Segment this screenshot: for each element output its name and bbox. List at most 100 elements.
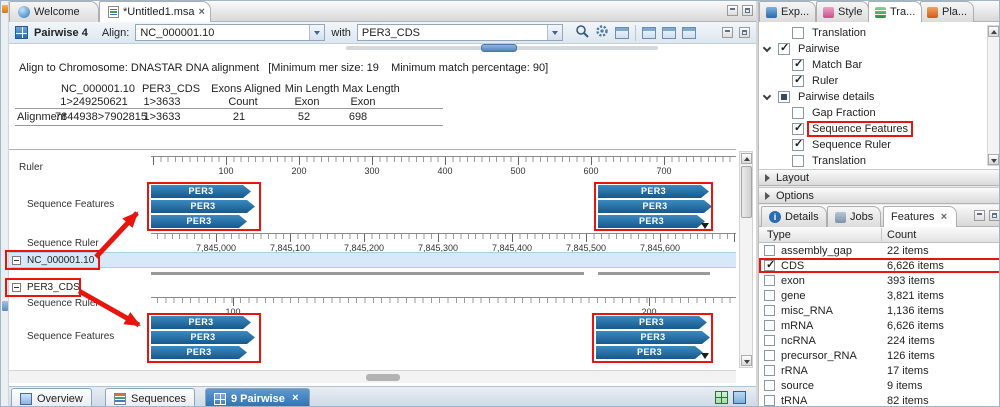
feature-type-row[interactable]: precursor_RNA 126 items [759, 348, 999, 363]
checkbox[interactable] [792, 27, 804, 39]
minimized-view-icon[interactable] [2, 5, 8, 13]
horizontal-scrollbar[interactable] [9, 370, 736, 383]
checkbox[interactable] [792, 107, 804, 119]
checkbox[interactable] [792, 122, 804, 135]
scrollbar-handle[interactable] [366, 374, 400, 381]
feature-type-row[interactable]: tRNA 82 items [759, 393, 999, 406]
tracks-tree-item[interactable]: Gap Fraction [759, 105, 999, 121]
checkbox[interactable] [792, 155, 804, 167]
tracks-tree-item[interactable]: Ruler [759, 73, 999, 89]
feature-type-row[interactable]: assembly_gap 22 items [759, 243, 999, 258]
gear-icon[interactable] [595, 24, 609, 41]
tracks-tree-item[interactable]: Pairwise details [759, 89, 999, 105]
close-tab-icon[interactable] [938, 212, 949, 223]
scrollbar-handle[interactable] [741, 166, 752, 218]
feature-arrow[interactable]: PER3 [598, 185, 709, 198]
chevron-down-icon[interactable] [546, 25, 562, 40]
checkbox[interactable] [792, 138, 804, 151]
maximize-view-icon[interactable] [739, 27, 750, 38]
minimize-editor-icon[interactable] [727, 5, 738, 16]
tab-tracks[interactable]: Tra... [868, 1, 923, 22]
checkbox[interactable] [764, 259, 775, 271]
feature-arrow[interactable]: PER3 [596, 316, 707, 329]
feature-arrow[interactable]: PER3 [151, 185, 251, 198]
minimize-view-icon[interactable] [722, 27, 733, 38]
feature-type-row[interactable]: gene 3,821 items [759, 288, 999, 303]
tab-pairwise[interactable]: 9 Pairwise [205, 388, 310, 406]
checkbox[interactable] [778, 91, 790, 103]
feature-type-row[interactable]: ncRNA 224 items [759, 333, 999, 348]
send-to-view-icon[interactable] [661, 26, 676, 39]
feature-type-row[interactable]: rRNA 17 items [759, 363, 999, 378]
close-tab-icon[interactable] [290, 393, 301, 404]
align-combobox[interactable]: NC_000001.10 [135, 24, 326, 41]
tab-explorer[interactable]: Exp... [759, 1, 817, 22]
checkbox[interactable] [764, 320, 775, 331]
tab-welcome[interactable]: Welcome [9, 1, 99, 22]
feature-arrow[interactable]: PER3 [598, 215, 705, 228]
checkbox[interactable] [792, 58, 804, 71]
more-features-down-icon[interactable] [701, 353, 709, 359]
tree-scrollbar[interactable] [987, 25, 999, 166]
tracks-tree-item[interactable]: Match Bar [759, 57, 999, 73]
track-row-per3[interactable]: PER3_CDS [9, 280, 736, 295]
with-combobox[interactable]: PER3_CDS [356, 24, 563, 41]
search-icon[interactable] [575, 24, 589, 41]
scroll-down-icon[interactable] [741, 355, 752, 366]
expander-down-icon[interactable] [762, 91, 772, 100]
checkbox[interactable] [764, 395, 775, 406]
checkbox[interactable] [764, 245, 775, 256]
column-header-count[interactable]: Count [887, 229, 916, 241]
feature-type-row[interactable]: exon 393 items [759, 273, 999, 288]
column-divider[interactable] [881, 228, 882, 241]
new-view-icon[interactable] [641, 26, 656, 39]
tab-untitled1[interactable]: *Untitled1.msa [99, 1, 211, 22]
tab-details[interactable]: Details [761, 206, 827, 227]
feature-arrow[interactable]: PER3 [151, 331, 255, 344]
checkbox[interactable] [764, 275, 775, 286]
collapse-icon[interactable] [12, 255, 21, 265]
single-view-icon[interactable] [733, 391, 746, 404]
feature-type-row[interactable]: source 9 items [759, 378, 999, 393]
tab-jobs[interactable]: Jobs [827, 206, 882, 227]
tracks-tree-item[interactable]: Translation [759, 153, 999, 169]
chevron-down-icon[interactable] [309, 25, 325, 40]
feature-type-row[interactable]: CDS 6,626 items [759, 258, 999, 273]
tab-places[interactable]: Pla... [920, 1, 975, 22]
vertical-scrollbar[interactable] [739, 151, 753, 368]
section-layout[interactable]: Layout [759, 169, 999, 186]
close-tab-icon[interactable] [199, 7, 205, 18]
checkbox[interactable] [764, 305, 775, 316]
zoom-slider-thumb[interactable] [481, 44, 517, 52]
minimized-view-icon-2[interactable] [2, 301, 8, 311]
checkbox[interactable] [764, 350, 775, 361]
checkbox[interactable] [764, 380, 775, 391]
feature-arrow[interactable]: PER3 [598, 200, 712, 213]
maximize-panel-icon[interactable] [989, 210, 999, 221]
duplicate-view-icon[interactable] [681, 26, 696, 39]
tracks-tree-item[interactable]: Pairwise [759, 41, 999, 57]
tab-features[interactable]: Features [883, 206, 958, 227]
checkbox[interactable] [764, 335, 775, 346]
checkbox[interactable] [792, 74, 804, 87]
feature-type-row[interactable]: mRNA 6,626 items [759, 318, 999, 333]
feature-arrow[interactable]: PER3 [596, 331, 710, 344]
expander-down-icon[interactable] [762, 43, 772, 52]
feature-type-row[interactable]: misc_RNA 1,136 items [759, 303, 999, 318]
checkbox[interactable] [764, 290, 775, 301]
track-row-nc[interactable]: NC_000001.10 [9, 252, 736, 268]
section-options[interactable]: Options [759, 187, 999, 204]
checkbox[interactable] [764, 365, 775, 376]
minimize-panel-icon[interactable] [974, 210, 985, 221]
tab-style[interactable]: Style [816, 1, 870, 22]
feature-arrow[interactable]: PER3 [151, 215, 247, 228]
column-header-type[interactable]: Type [767, 229, 791, 241]
more-features-down-icon[interactable] [701, 223, 709, 229]
feature-arrow[interactable]: PER3 [151, 346, 247, 359]
scroll-up-icon[interactable] [988, 26, 999, 37]
scroll-up-icon[interactable] [741, 153, 752, 164]
checkbox[interactable] [778, 42, 790, 55]
feature-arrow[interactable]: PER3 [596, 346, 703, 359]
scroll-down-icon[interactable] [988, 154, 999, 165]
tracks-tree-item[interactable]: Translation [759, 25, 999, 41]
